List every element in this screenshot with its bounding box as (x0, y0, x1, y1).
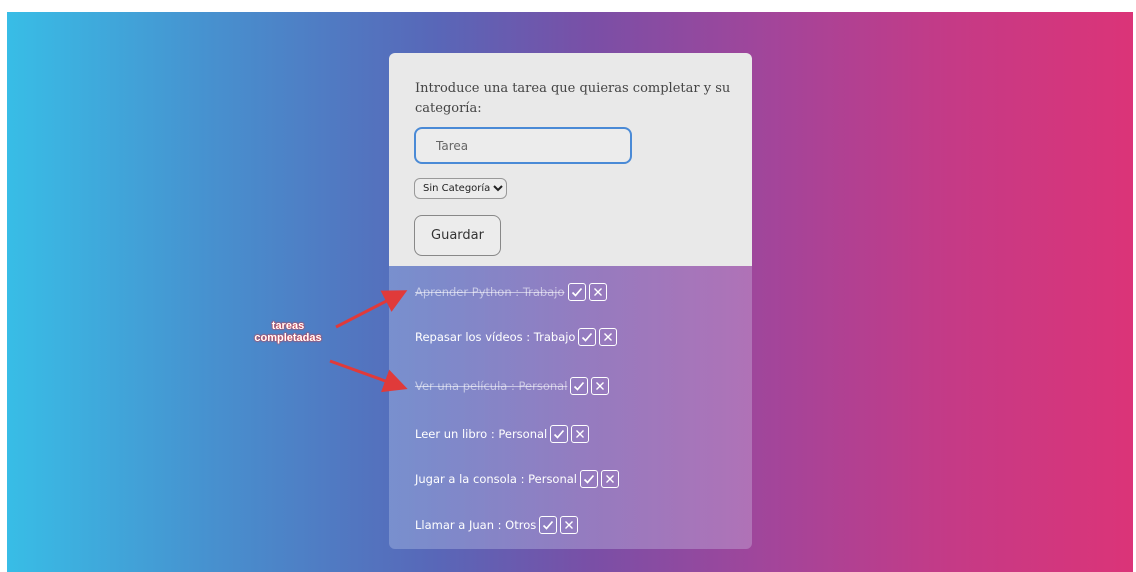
arrow-to-task-1 (335, 290, 408, 329)
annotation-label: tareas completadas (244, 320, 332, 344)
annotation-line-1: tareas (271, 320, 305, 332)
annotation-arrows (329, 290, 408, 393)
annotation-line-2: completadas (254, 332, 322, 344)
arrow-to-task-3 (329, 359, 408, 393)
